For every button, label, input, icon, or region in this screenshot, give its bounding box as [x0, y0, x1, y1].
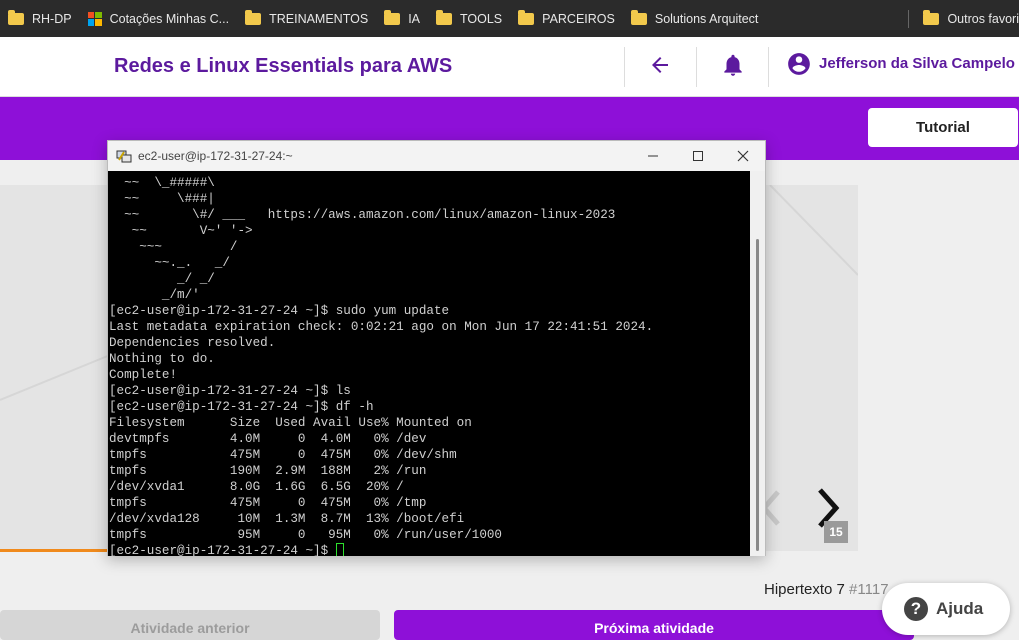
- bell-icon[interactable]: [720, 52, 746, 78]
- terminal-titlebar[interactable]: ec2-user@ip-172-31-27-24:~: [108, 141, 765, 171]
- previous-activity-button[interactable]: Atividade anterior: [0, 610, 380, 640]
- page-number-badge: 15: [824, 521, 848, 543]
- terminal-line: ~~ \###|: [109, 192, 215, 206]
- terminal-line: /dev/xvda128 10M 1.3M 8.7M 13% /boot/efi: [109, 512, 465, 526]
- bookmark-solutions-arquitect[interactable]: Solutions Arquitect: [623, 0, 767, 37]
- putty-icon: [116, 150, 132, 163]
- hypertext-id: #1117: [849, 581, 889, 598]
- terminal-title: ec2-user@ip-172-31-27-24:~: [138, 149, 293, 163]
- maximize-button[interactable]: [675, 141, 721, 171]
- terminal-line: _/ _/: [109, 272, 215, 286]
- minimize-button[interactable]: [630, 141, 676, 171]
- terminal-line: tmpfs 95M 0 95M 0% /run/user/1000: [109, 528, 502, 542]
- next-activity-button[interactable]: Próxima atividade: [394, 610, 914, 640]
- bookmark-label: TOOLS: [460, 11, 503, 26]
- account-circle-icon[interactable]: [786, 51, 812, 77]
- bookmark-cotacoes[interactable]: Cotações Minhas C...: [80, 0, 238, 37]
- terminal-line: [ec2-user@ip-172-31-27-24 ~]$ ls: [109, 384, 351, 398]
- close-icon: [737, 150, 749, 162]
- terminal-line: ~~~ /: [109, 240, 238, 254]
- terminal-cursor: [335, 543, 344, 556]
- help-label: Ajuda: [936, 599, 984, 618]
- help-button[interactable]: ? Ajuda: [882, 583, 1010, 635]
- terminal-line: _/m/': [109, 288, 200, 302]
- header-divider: [696, 47, 697, 87]
- folder-icon: [630, 9, 647, 25]
- terminal-line: ~~ V~' '->: [109, 224, 253, 238]
- folder-icon: [518, 9, 535, 25]
- tutorial-button[interactable]: Tutorial: [868, 108, 1018, 147]
- bookmark-treinamentos[interactable]: TREINAMENTOS: [237, 0, 376, 37]
- hypertext-title: Hipertexto 7: [764, 581, 845, 598]
- bookmark-ia[interactable]: IA: [376, 0, 428, 37]
- terminal-scrollbar[interactable]: [750, 171, 765, 556]
- header-divider: [768, 47, 769, 87]
- bookmark-other-favorites[interactable]: Outros favori: [915, 0, 1019, 37]
- terminal-line: Last metadata expiration check: 0:02:21 …: [109, 320, 654, 334]
- bookmark-parceiros[interactable]: PARCEIROS: [510, 0, 623, 37]
- bookmark-tools[interactable]: TOOLS: [428, 0, 510, 37]
- folder-icon: [923, 9, 940, 25]
- minimize-icon: [648, 155, 658, 157]
- bookmarks-divider: [908, 9, 910, 28]
- terminal-line: Dependencies resolved.: [109, 336, 276, 350]
- terminal-window[interactable]: ec2-user@ip-172-31-27-24:~ ~~ \_#####\ ~…: [107, 140, 766, 556]
- bookmark-label: IA: [408, 11, 420, 26]
- bookmark-label: TREINAMENTOS: [269, 11, 369, 26]
- user-name[interactable]: Jefferson da Silva Campelo: [819, 55, 1015, 72]
- close-button[interactable]: [720, 141, 766, 171]
- terminal-line: Filesystem Size Used Avail Use% Mounted …: [109, 416, 472, 430]
- terminal-line: Complete!: [109, 368, 178, 382]
- microsoft-icon: [87, 11, 102, 26]
- bookmark-label: Solutions Arquitect: [654, 11, 759, 26]
- terminal-output[interactable]: ~~ \_#####\ ~~ \###| ~~ \#/ ___ https://…: [108, 171, 750, 556]
- terminal-line: /dev/xvda1 8.0G 1.6G 6.5G 20% /: [109, 480, 404, 494]
- terminal-line: [ec2-user@ip-172-31-27-24 ~]$ df -h: [109, 400, 374, 414]
- scrollbar-thumb[interactable]: [756, 239, 759, 551]
- back-arrow-icon[interactable]: [648, 53, 672, 77]
- question-icon: ?: [904, 597, 928, 621]
- folder-icon: [384, 9, 401, 25]
- hypertext-label: Hipertexto 7 #1117: [764, 581, 889, 598]
- terminal-line: tmpfs 475M 0 475M 0% /tmp: [109, 496, 427, 510]
- terminal-line: tmpfs 190M 2.9M 188M 2% /run: [109, 464, 427, 478]
- terminal-line: ~~ \_#####\: [109, 176, 215, 190]
- folder-icon: [245, 9, 262, 25]
- bookmark-label: Outros favori: [947, 11, 1019, 26]
- bookmark-label: RH-DP: [32, 11, 72, 26]
- folder-icon: [8, 9, 24, 25]
- bookmark-rh-dp[interactable]: RH-DP: [0, 0, 80, 37]
- folder-icon: [436, 9, 452, 25]
- bookmark-label: Cotações Minhas C...: [109, 11, 230, 26]
- terminal-line: Nothing to do.: [109, 352, 215, 366]
- header-divider: [624, 47, 625, 87]
- terminal-prompt-line[interactable]: [ec2-user@ip-172-31-27-24 ~]$: [109, 543, 750, 556]
- progress-indicator: [0, 549, 110, 552]
- maximize-icon: [693, 151, 703, 161]
- course-title: Redes e Linux Essentials para AWS: [114, 55, 453, 77]
- terminal-line: devtmpfs 4.0M 0 4.0M 0% /dev: [109, 432, 427, 446]
- terminal-prompt: [ec2-user@ip-172-31-27-24 ~]$: [109, 544, 336, 556]
- bookmarks-bar: RH-DP Cotações Minhas C... TREINAMENTOS …: [0, 0, 1019, 37]
- terminal-line: [ec2-user@ip-172-31-27-24 ~]$ sudo yum u…: [109, 304, 450, 318]
- terminal-line: ~~ \#/ ___ https://aws.amazon.com/linux/…: [109, 208, 616, 222]
- bookmark-label: PARCEIROS: [542, 11, 615, 26]
- terminal-line: tmpfs 475M 0 475M 0% /dev/shm: [109, 448, 457, 462]
- app-header: Redes e Linux Essentials para AWS Jeffer…: [0, 37, 1019, 97]
- terminal-line: ~~._. _/: [109, 256, 230, 270]
